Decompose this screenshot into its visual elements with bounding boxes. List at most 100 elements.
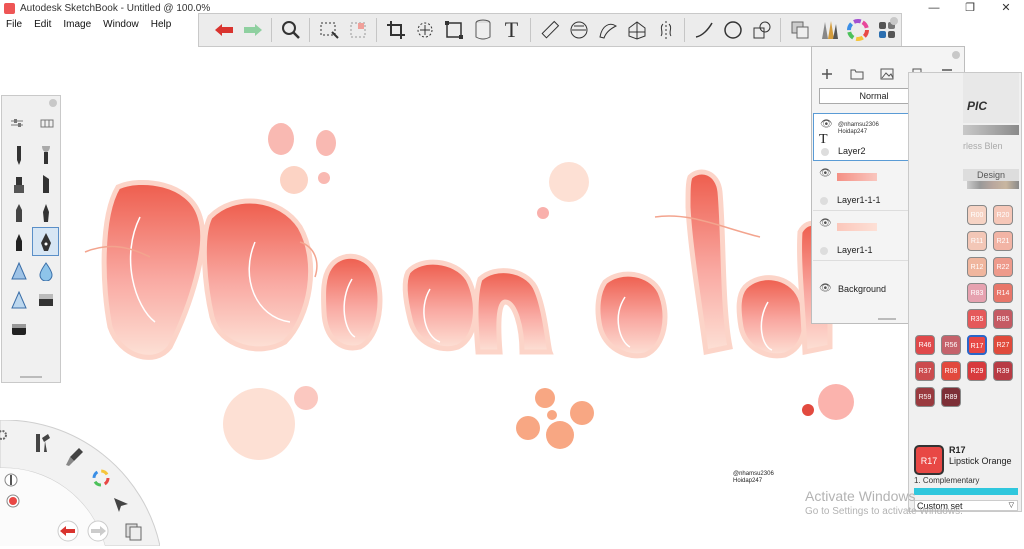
text-tool-button[interactable]: T [497,16,526,44]
brush-settings-icon[interactable] [10,118,24,128]
copic-swatch[interactable]: R29 [967,361,987,381]
copic-swatch[interactable]: R85 [993,309,1013,329]
visibility-eye-icon[interactable]: 👁 [820,119,833,130]
canvas-credit-text: @nhamsu2306 Hoidap247 [733,471,774,484]
airbrush-brush[interactable] [32,140,59,169]
colorless-blender-label[interactable]: rless Blen [963,141,1003,151]
hard-eraser-brush[interactable] [5,314,32,343]
eraser-brush[interactable] [32,285,59,314]
copic-swatch[interactable]: R12 [967,257,987,277]
tab-design[interactable]: Design [963,169,1019,181]
chisel-marker-brush[interactable] [32,169,59,198]
copic-swatch[interactable]: R46 [915,335,935,355]
layer-lock-dot[interactable] [820,247,828,255]
copic-family-strip[interactable] [967,181,1019,189]
menu-file[interactable]: File [0,18,28,32]
symmetry-button[interactable] [651,16,680,44]
copic-swatch[interactable]: R39 [993,361,1013,381]
visibility-eye-icon[interactable]: 👁 [819,168,832,179]
gear-icon [0,430,7,440]
felt-brush[interactable] [5,227,32,256]
layer-lock-dot[interactable] [820,197,828,205]
distort-button[interactable] [439,16,468,44]
layer-lock-dot[interactable] [821,148,829,156]
add-layer-button[interactable] [816,65,838,83]
crop-button[interactable] [381,16,410,44]
ellipse-guide-button[interactable] [564,16,593,44]
visibility-eye-icon[interactable]: 👁 [819,218,832,229]
maximize-button[interactable]: ❐ [952,0,988,18]
lagoon-select-button[interactable] [112,496,130,517]
copic-swatch[interactable]: R37 [915,361,935,381]
copic-swatch[interactable]: R27 [993,335,1013,355]
layer-panel-close-icon[interactable] [952,51,960,59]
copic-swatch[interactable]: R11 [967,231,987,251]
copic-swatch[interactable]: R56 [941,335,961,355]
color-wheel-button[interactable] [843,16,872,44]
calligraphy-brush-selected[interactable] [32,227,59,256]
copic-swatch[interactable]: R59 [915,387,935,407]
brush-library-grid-icon[interactable] [40,118,54,128]
lagoon-undo-button[interactable] [56,520,80,545]
copic-swatch[interactable]: R22 [993,257,1013,277]
marker-brush[interactable] [5,169,32,198]
french-curve-button[interactable] [593,16,622,44]
crop-select-button[interactable] [343,16,372,44]
copic-swatch[interactable]: R14 [993,283,1013,303]
zoom-button[interactable] [276,16,305,44]
shape-ellipse-button[interactable] [718,16,747,44]
transform-button[interactable] [410,16,439,44]
smudge-brush[interactable] [5,256,32,285]
layer-name: Background [838,284,887,294]
lagoon-brush-size-button[interactable] [4,472,18,491]
water-brush[interactable] [32,256,59,285]
pencil-brush[interactable] [5,140,32,169]
ballpoint-brush[interactable] [5,198,32,227]
layer-editor-button[interactable] [785,16,814,44]
lagoon-color-button[interactable] [91,468,111,491]
shape-polygon-button[interactable] [747,16,776,44]
lagoon-layers-button[interactable] [124,522,144,545]
lagoon-tools-button[interactable] [32,432,52,457]
fill-button[interactable] [468,16,497,44]
menu-edit[interactable]: Edit [28,18,57,32]
lettering [101,169,833,360]
inkpen-brush[interactable] [32,198,59,227]
ruler-button[interactable] [535,16,564,44]
visibility-eye-icon[interactable]: 👁 [819,283,832,294]
menu-window[interactable]: Window [97,18,145,32]
copic-swatch[interactable]: R89 [941,387,961,407]
copic-swatch[interactable]: R17 [967,335,987,355]
copic-swatch[interactable]: R21 [993,231,1013,251]
copic-swatch[interactable]: R08 [941,361,961,381]
brush-library-button[interactable] [814,16,843,44]
blur-brush[interactable] [5,285,32,314]
copic-swatch[interactable]: R35 [967,309,987,329]
cursor-arrow-icon [114,498,128,512]
add-group-button[interactable] [846,65,868,83]
toolbar-close-icon[interactable] [890,17,898,25]
copic-swatch[interactable]: R83 [967,283,987,303]
palette-resize-grip[interactable] [20,376,42,378]
lagoon-brush-button[interactable] [65,446,85,471]
palette-close-icon[interactable] [49,99,57,107]
stroke-button[interactable] [689,16,718,44]
undo-button[interactable] [209,16,238,44]
minimize-button[interactable]: — [916,0,952,18]
color-wheel-icon [846,19,869,41]
perspective-button[interactable] [622,16,651,44]
copic-swatch[interactable]: R00 [967,205,987,225]
lagoon-settings-button[interactable] [0,428,9,445]
redo-button[interactable] [238,16,267,44]
add-image-button[interactable] [876,65,898,83]
layer-panel-resize-grip[interactable] [878,318,896,320]
lagoon-color-puck[interactable] [6,494,20,511]
select-button[interactable] [314,16,343,44]
close-button[interactable]: ✕ [988,0,1024,18]
lagoon-redo-button[interactable] [86,520,110,545]
puck-color-icon [6,494,20,508]
copic-swatch[interactable]: R20 [993,205,1013,225]
menu-image[interactable]: Image [57,18,97,32]
current-color-swatch[interactable]: R17 [914,445,944,475]
menu-help[interactable]: Help [145,18,178,32]
